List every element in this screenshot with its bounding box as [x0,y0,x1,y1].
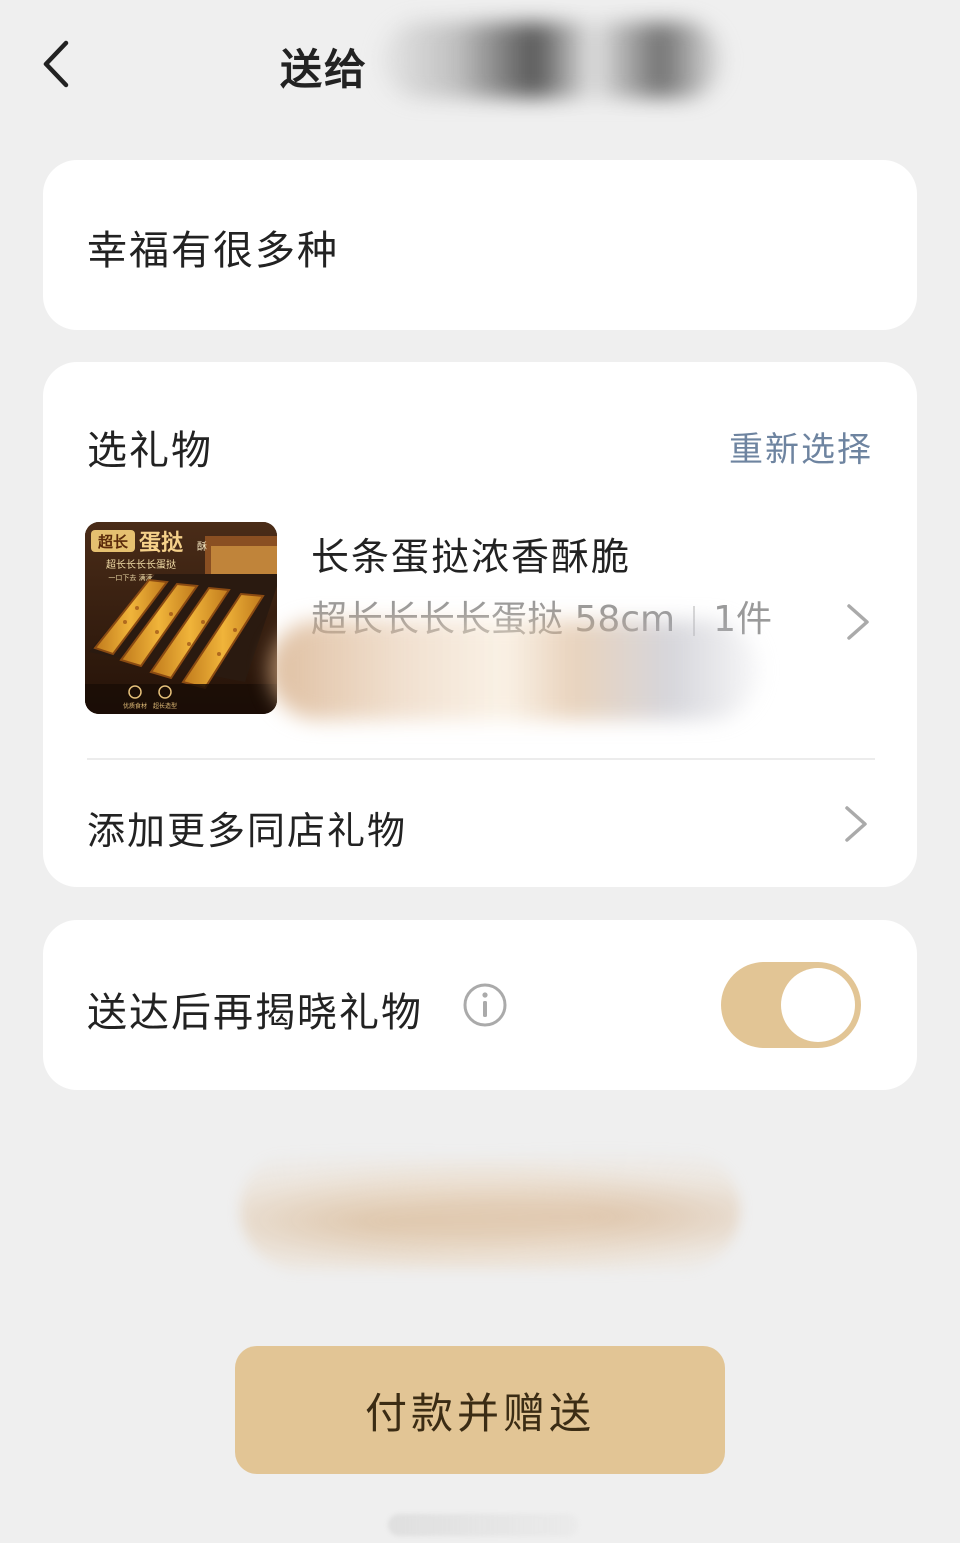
thumb-badge-main: 蛋挞 [139,530,184,556]
reveal-toggle[interactable] [721,962,861,1048]
message-card[interactable]: 幸福有很多种 [43,160,917,330]
gift-selection-card: 选礼物 重新选择 超长 蛋挞 酥 超长长长长蛋挞 一口下去 满满幸福感 优质食材… [43,362,917,887]
select-gift-title: 选礼物 [87,428,213,474]
pay-and-gift-button[interactable]: 付款并赠送 [235,1346,725,1474]
watermark-redacted [388,1514,578,1536]
product-image: 超长 蛋挞 酥 超长长长长蛋挞 一口下去 满满幸福感 优质食材 超长造型 [85,522,277,714]
thumb-badge-top: 超长 [97,533,129,551]
gift-message-text[interactable]: 幸福有很多种 [87,218,339,276]
toggle-knob [781,968,855,1042]
add-more-gifts-row[interactable]: 添加更多同店礼物 [87,760,875,887]
notice-redacted [240,1150,740,1270]
header-bar: 送给 [0,0,960,130]
chevron-left-icon [43,40,69,88]
back-button[interactable] [30,34,80,94]
product-name: 长条蛋挞浓香酥脆 [311,535,632,579]
thumb-side-tag: 酥 [197,541,207,553]
thumb-feature-2: 超长造型 [153,702,177,710]
thumb-feature-1: 优质食材 [123,702,147,710]
price-redacted [269,620,759,720]
page-title: 送给 [280,45,369,94]
chevron-right-icon [847,604,869,640]
recipient-name-redacted [382,22,722,98]
chevron-right-icon [845,806,867,842]
reselect-button[interactable]: 重新选择 [729,422,873,471]
thumb-tagline: 超长长长长蛋挞 [106,558,176,571]
reveal-after-delivery-card: 送达后再揭晓礼物 [43,920,917,1090]
add-more-gifts-label: 添加更多同店礼物 [87,809,408,853]
reveal-after-delivery-label: 送达后再揭晓礼物 [87,990,423,1036]
info-circle-icon[interactable] [461,981,509,1029]
